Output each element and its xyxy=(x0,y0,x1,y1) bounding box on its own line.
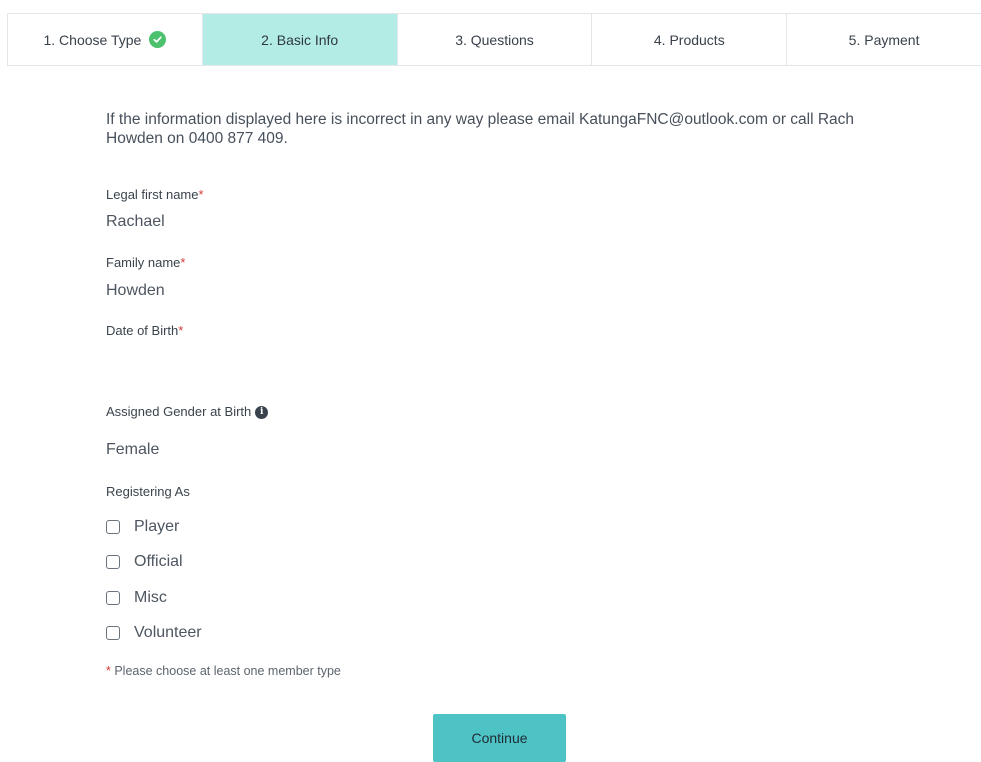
step-products[interactable]: 4. Products xyxy=(591,14,786,65)
family-name-value: Howden xyxy=(106,282,165,299)
step-label: 5. Payment xyxy=(848,31,920,48)
checkbox-label: Player xyxy=(134,518,180,535)
basic-info-form: If the information displayed here is inc… xyxy=(106,110,906,148)
step-label: 3. Questions xyxy=(455,31,534,48)
checkbox-label: Misc xyxy=(134,589,167,606)
check-circle-icon xyxy=(149,31,167,48)
intro-text: If the information displayed here is inc… xyxy=(106,111,855,147)
step-label: 4. Products xyxy=(653,31,725,48)
checkbox-label: Official xyxy=(134,553,183,570)
step-questions[interactable]: 3. Questions xyxy=(396,14,592,65)
registering-as-label: Registering As xyxy=(106,484,190,499)
gender-value: Female xyxy=(106,441,160,458)
checkbox-misc[interactable]: Misc xyxy=(106,589,167,607)
step-basic-info[interactable]: 2. Basic Info xyxy=(201,14,397,65)
checkbox-box[interactable] xyxy=(106,520,120,534)
continue-button[interactable]: Continue xyxy=(433,714,566,762)
first-name-value: Rachael xyxy=(106,213,165,230)
step-label: 2. Basic Info xyxy=(261,31,339,48)
checkbox-official[interactable]: Official xyxy=(106,553,183,571)
first-name-label: Legal first name* xyxy=(106,187,204,202)
step-payment[interactable]: 5. Payment xyxy=(786,14,981,65)
required-mark: * xyxy=(180,255,186,270)
checkbox-box[interactable] xyxy=(106,626,120,640)
required-mark: * xyxy=(198,187,204,202)
step-label: 1. Choose Type xyxy=(43,31,142,48)
checkbox-label: Volunteer xyxy=(134,624,202,641)
gender-label: Assigned Gender at Birth i xyxy=(106,404,269,419)
checkbox-box[interactable] xyxy=(106,591,120,605)
step-choose-type[interactable]: 1. Choose Type xyxy=(7,14,202,65)
info-icon[interactable]: i xyxy=(255,405,269,419)
family-name-label: Family name* xyxy=(106,255,186,270)
required-mark: * xyxy=(178,323,184,338)
step-navigation: 1. Choose Type 2. Basic Info 3. Question… xyxy=(7,13,981,66)
checkbox-volunteer[interactable]: Volunteer xyxy=(106,624,202,642)
checkbox-box[interactable] xyxy=(106,555,120,569)
member-type-hint: * Please choose at least one member type xyxy=(106,664,341,678)
dob-label: Date of Birth* xyxy=(106,323,184,338)
checkbox-player[interactable]: Player xyxy=(106,518,179,536)
